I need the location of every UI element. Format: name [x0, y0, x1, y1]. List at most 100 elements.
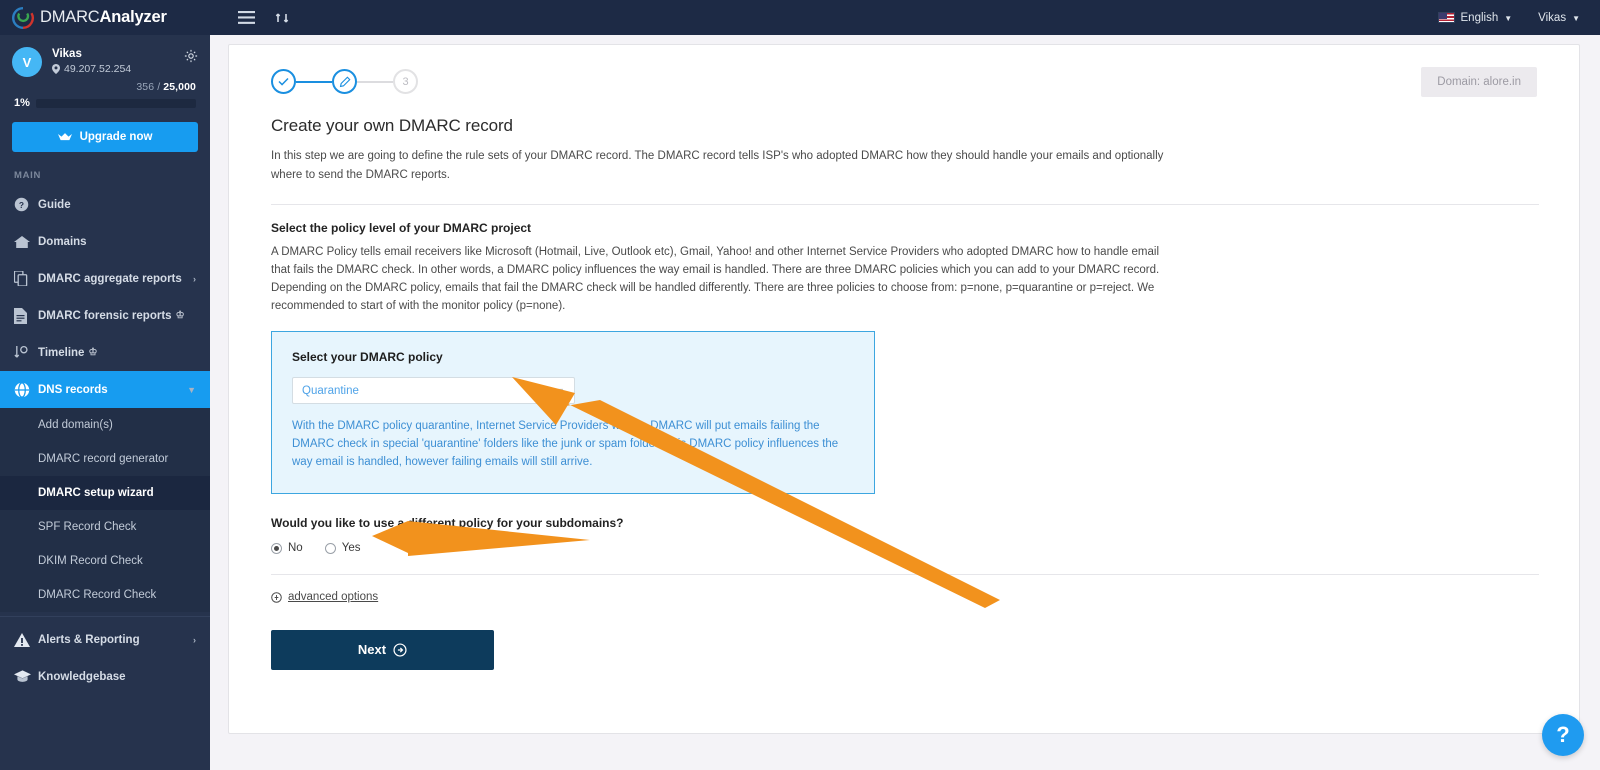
- subdomain-question: Would you like to use a different policy…: [271, 516, 624, 530]
- chevron-down-icon: ▼: [187, 384, 196, 395]
- sidebar: V Vikas 49.207.52.254 356 / 25,000 1% Up…: [0, 35, 210, 770]
- radio-indicator: [324, 542, 336, 554]
- sidebar-subitem-dmarc-record-check[interactable]: DMARC Record Check: [0, 578, 210, 612]
- sidebar-subitem-dkim-record-check[interactable]: DKIM Record Check: [0, 544, 210, 578]
- sidebar-item-dmarc-aggregate-reports[interactable]: DMARC aggregate reports ›: [0, 260, 210, 297]
- gear-icon[interactable]: [184, 49, 198, 68]
- next-button-label: Next: [357, 642, 387, 657]
- alert-triangle-icon: [14, 632, 38, 647]
- dmarc-policy-select-value: Quarantine: [302, 384, 359, 397]
- chevron-right-icon: ›: [193, 273, 196, 284]
- sidebar-item-domains[interactable]: Domains: [0, 223, 210, 260]
- quota-block: 356 / 25,000 1%: [0, 77, 210, 109]
- radio-label: Yes: [341, 542, 361, 554]
- app-logo[interactable]: DMARCAnalyzer: [0, 0, 210, 35]
- sidebar-item-dmarc-forensic-reports[interactable]: DMARC forensic reports ♔: [0, 297, 210, 334]
- sidebar-subitem-label: DMARC Record Check: [38, 589, 157, 601]
- hamburger-menu-icon[interactable]: [238, 11, 255, 24]
- upgrade-button-label: Upgrade now: [79, 131, 153, 143]
- sidebar-item-label: Timeline: [38, 346, 85, 359]
- sidebar-user-block: V Vikas 49.207.52.254: [0, 35, 210, 77]
- subdomain-radio-no[interactable]: No: [271, 542, 303, 554]
- sidebar-item-guide[interactable]: ? Guide: [0, 186, 210, 223]
- sidebar-subitem-label: SPF Record Check: [38, 521, 137, 533]
- user-menu[interactable]: Vikas ▼: [1538, 12, 1580, 24]
- expand-collapse-icon[interactable]: [275, 11, 290, 25]
- wizard-stepper: 3: [271, 69, 1537, 94]
- sidebar-user-ip: 49.207.52.254: [52, 62, 184, 76]
- copy-stack-icon: [14, 271, 38, 286]
- circular-arc-logo-icon: [10, 5, 36, 31]
- sidebar-item-label: Domains: [38, 235, 87, 248]
- document-icon: [14, 307, 38, 324]
- sidebar-item-label: Alerts & Reporting: [38, 633, 140, 646]
- question-circle-icon: ?: [14, 197, 38, 212]
- sidebar-user-name: Vikas: [52, 48, 82, 60]
- sidebar-subitem-dmarc-setup-wizard[interactable]: DMARC setup wizard: [0, 476, 210, 510]
- sidebar-subnav: Add domain(s) DMARC record generator DMA…: [0, 408, 210, 612]
- subdomain-radio-yes[interactable]: Yes: [324, 542, 361, 554]
- sidebar-item-label: Guide: [38, 198, 71, 211]
- wizard-step-2[interactable]: [332, 69, 357, 94]
- policy-section-description: A DMARC Policy tells email receivers lik…: [271, 246, 1160, 312]
- dmarc-policy-select[interactable]: Quarantine ▼: [292, 377, 575, 404]
- domain-badge: Domain: alore.in: [1421, 67, 1537, 97]
- next-button[interactable]: Next: [271, 629, 494, 670]
- svg-text:?: ?: [19, 200, 24, 210]
- policy-selection-box: Select your DMARC policy Quarantine ▼ Wi…: [271, 331, 875, 494]
- crown-icon: [57, 132, 72, 140]
- help-button[interactable]: ?: [1542, 714, 1584, 756]
- sidebar-item-label: DNS records: [38, 383, 108, 396]
- crown-icon: ♔: [175, 310, 185, 321]
- stepper-connector-2: [357, 80, 393, 83]
- divider-top: [271, 204, 1539, 205]
- user-menu-label: Vikas: [1538, 11, 1567, 24]
- language-selector[interactable]: English ▼: [1437, 12, 1512, 24]
- sidebar-divider: [0, 616, 210, 617]
- question-mark-icon: ?: [1556, 722, 1570, 747]
- main-content: 3 Domain: alore.in Create your own DMARC…: [210, 35, 1600, 770]
- policy-help-text: With the DMARC policy quarantine, Intern…: [292, 420, 839, 468]
- chevron-down-icon: ▼: [556, 385, 565, 396]
- page-title: Create your own DMARC record: [271, 116, 513, 135]
- advanced-options-link[interactable]: advanced options: [271, 591, 378, 603]
- quota-used: 356: [136, 81, 155, 93]
- chevron-down-icon: ▼: [1572, 13, 1580, 23]
- us-flag-icon: [1437, 12, 1455, 23]
- sidebar-item-timeline[interactable]: Timeline ♔: [0, 334, 210, 371]
- wizard-card: 3 Domain: alore.in Create your own DMARC…: [228, 44, 1580, 734]
- crown-icon: ♔: [88, 347, 98, 358]
- sidebar-subitem-add-domains[interactable]: Add domain(s): [0, 408, 210, 442]
- logo-text-primary: DMARC: [40, 8, 100, 26]
- sidebar-subitem-dmarc-record-generator[interactable]: DMARC record generator: [0, 442, 210, 476]
- quota-counts: 356 / 25,000: [14, 81, 196, 93]
- timeline-arrow-icon: [14, 345, 38, 360]
- chevron-right-icon: ›: [193, 634, 196, 645]
- sidebar-item-dns-records[interactable]: DNS records ▼: [0, 371, 210, 408]
- wizard-step-1[interactable]: [271, 69, 296, 94]
- sidebar-subitem-label: DKIM Record Check: [38, 555, 143, 567]
- graduation-cap-icon: [14, 670, 38, 683]
- wizard-step-3[interactable]: 3: [393, 69, 418, 94]
- policy-select-label: Select your DMARC policy: [292, 350, 443, 364]
- sidebar-item-label: Knowledgebase: [38, 670, 126, 683]
- sidebar-item-knowledgebase[interactable]: Knowledgebase: [0, 658, 210, 695]
- pencil-icon: [339, 75, 351, 87]
- radio-label: No: [288, 542, 303, 554]
- globe-icon: [14, 381, 38, 398]
- sidebar-subitem-spf-record-check[interactable]: SPF Record Check: [0, 510, 210, 544]
- avatar: V: [12, 47, 42, 77]
- quota-progress-bar: [35, 98, 196, 108]
- app-logo-text: DMARCAnalyzer: [40, 8, 167, 27]
- sidebar-subitem-label: DMARC record generator: [38, 453, 169, 465]
- sidebar-item-alerts-reporting[interactable]: Alerts & Reporting ›: [0, 621, 210, 658]
- radio-indicator: [271, 542, 282, 554]
- circle-arrow-icon: [271, 591, 282, 603]
- circle-arrow-right-icon: [393, 642, 407, 657]
- sidebar-item-label: DMARC forensic reports: [38, 309, 172, 322]
- home-icon: [14, 235, 38, 249]
- upgrade-now-button[interactable]: Upgrade now: [12, 122, 198, 152]
- logo-text-secondary: Analyzer: [99, 8, 167, 26]
- sidebar-subitem-label: DMARC setup wizard: [38, 487, 154, 499]
- policy-section-title: Select the policy level of your DMARC pr…: [271, 221, 532, 235]
